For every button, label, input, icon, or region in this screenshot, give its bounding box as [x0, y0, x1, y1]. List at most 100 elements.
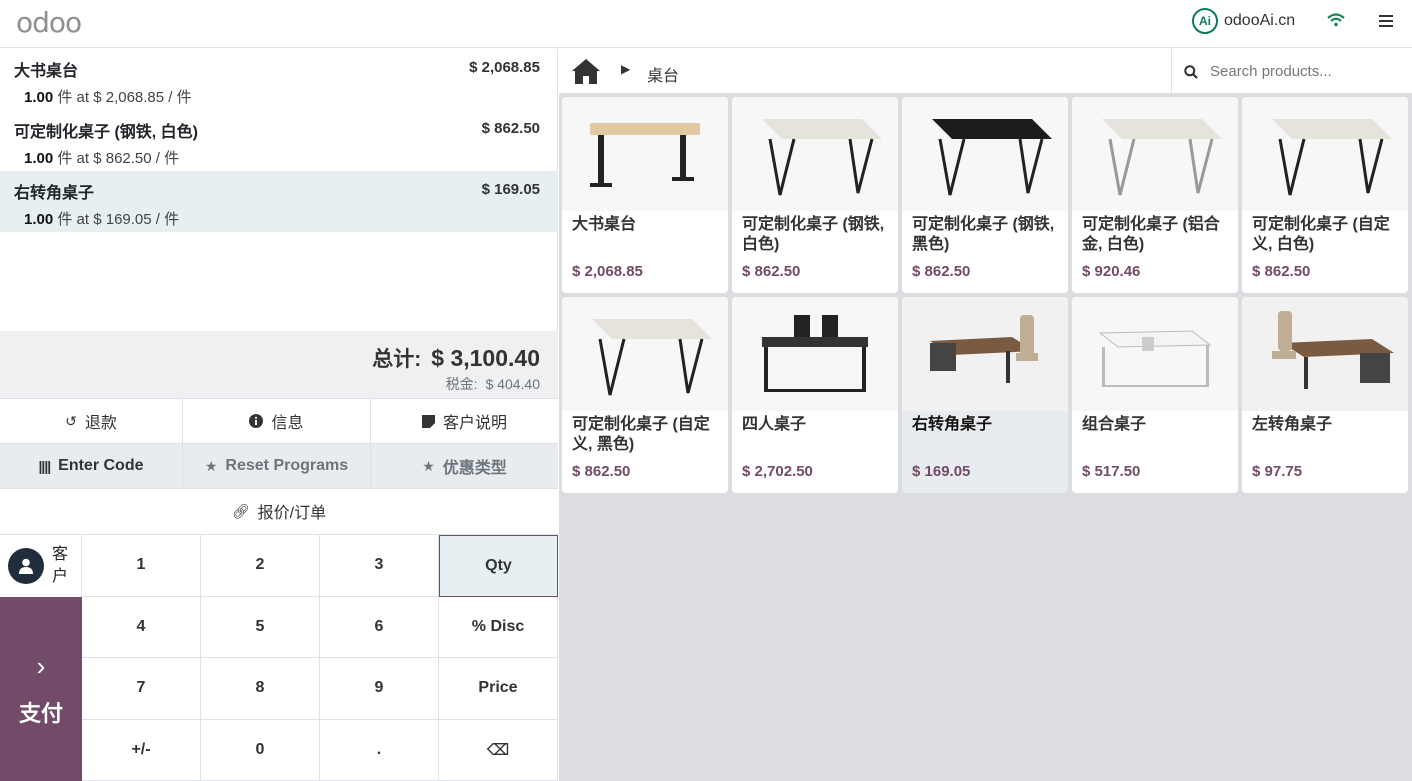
product-price: $ 920.46 [1082, 263, 1141, 280]
product-image [1242, 297, 1408, 411]
discount-type-button[interactable]: ★ 优惠类型 [371, 444, 558, 488]
product-image [732, 97, 898, 211]
star-icon: ★ [422, 457, 435, 474]
product-price: $ 862.50 [912, 263, 971, 280]
numpad-key-3[interactable]: 3 [320, 535, 439, 597]
pay-button[interactable]: › 支付 [0, 597, 82, 781]
product-name: 右转角桌子 [912, 416, 993, 433]
product-name: 可定制化桌子 (铝合金, 白色) [1082, 216, 1220, 253]
customer-note-button[interactable]: 客户说明 [371, 399, 558, 443]
order-line-name: 可定制化桌子 (钢铁, 白色) [14, 124, 198, 141]
product-card[interactable]: 可定制化桌子 (钢铁, 白色) $ 862.50 [732, 97, 898, 293]
product-image [1072, 297, 1238, 411]
control-buttons-row-1: ↺ 退款 信息 客户说明 [0, 398, 558, 443]
order-line[interactable]: 可定制化桌子 (钢铁, 白色) $ 862.50 1.00 件 at $ 862… [0, 110, 558, 171]
numpad-key-9[interactable]: 9 [320, 658, 439, 720]
product-name: 组合桌子 [1082, 416, 1147, 433]
quotation-order-button[interactable]: 🔗︎ 报价/订单 [0, 489, 558, 533]
enter-code-button[interactable]: |||| Enter Code [0, 444, 183, 488]
chevron-right-icon: ▶ [621, 62, 631, 76]
order-line-name: 大书桌台 [14, 63, 79, 80]
home-icon[interactable] [571, 57, 601, 85]
link-icon: 🔗︎ [231, 502, 250, 519]
product-price: $ 862.50 [742, 263, 801, 280]
category-breadcrumb-bar: ▶ 桌台 [559, 49, 1412, 94]
control-buttons-row-2: |||| Enter Code ★ Reset Programs ★ 优惠类型 [0, 443, 558, 488]
user-icon [8, 548, 44, 584]
numpad-key-plus-minus[interactable]: +/- [82, 719, 201, 781]
product-image [902, 97, 1068, 211]
numpad-key-2[interactable]: 2 [201, 535, 320, 597]
product-card[interactable]: 可定制化桌子 (自定义, 白色) $ 862.50 [1242, 97, 1408, 293]
product-image [902, 297, 1068, 411]
product-name: 可定制化桌子 (钢铁, 黑色) [912, 216, 1055, 253]
barcode-icon: |||| [38, 458, 51, 474]
product-image [562, 97, 728, 211]
product-card[interactable]: 可定制化桌子 (铝合金, 白色) $ 920.46 [1072, 97, 1238, 293]
product-price: $ 517.50 [1082, 463, 1141, 480]
order-tax: 税金: $ 404.40 [445, 376, 540, 392]
product-price: $ 169.05 [912, 463, 971, 480]
product-image [1242, 97, 1408, 211]
product-name: 四人桌子 [742, 416, 807, 433]
hamburger-menu-icon[interactable] [1378, 13, 1394, 29]
breadcrumb-category[interactable]: 桌台 [647, 62, 679, 86]
numpad-key-decimal[interactable]: . [320, 719, 439, 781]
product-search[interactable] [1171, 49, 1412, 94]
order-panel: 大书桌台 $ 2,068.85 1.00 件 at $ 2,068.85 / 件… [0, 49, 558, 781]
product-name: 可定制化桌子 (自定义, 黑色) [572, 416, 710, 453]
product-card[interactable]: 左转角桌子 $ 97.75 [1242, 297, 1408, 493]
product-card[interactable]: 可定制化桌子 (钢铁, 黑色) $ 862.50 [902, 97, 1068, 293]
info-button[interactable]: 信息 [183, 399, 371, 443]
top-header: odoo Ai odooAi.cn [0, 0, 1412, 48]
product-card[interactable]: 大书桌台 $ 2,068.85 [562, 97, 728, 293]
product-card-selected[interactable]: 右转角桌子 $ 169.05 [902, 297, 1068, 493]
numpad-key-6[interactable]: 6 [320, 596, 439, 658]
search-icon [1184, 64, 1198, 79]
product-name: 大书桌台 [572, 216, 637, 233]
products-panel: ▶ 桌台 大书桌台 $ 2,068.85 可定制化桌子 (钢铁, 白色) $ 8… [559, 49, 1412, 781]
order-lines: 大书桌台 $ 2,068.85 1.00 件 at $ 2,068.85 / 件… [0, 49, 558, 331]
search-input[interactable] [1210, 63, 1390, 80]
product-card[interactable]: 四人桌子 $ 2,702.50 [732, 297, 898, 493]
order-line[interactable]: 大书桌台 $ 2,068.85 1.00 件 at $ 2,068.85 / 件 [0, 49, 558, 110]
order-line-price: $ 862.50 [481, 120, 540, 137]
numpad-keys: 1 2 3 Qty 4 5 6 % Disc 7 8 9 Price +/- 0… [82, 535, 558, 781]
order-line-info: 1.00 件 at $ 862.50 / 件 [24, 150, 180, 167]
reset-programs-button[interactable]: ★ Reset Programs [183, 444, 371, 488]
numpad-key-8[interactable]: 8 [201, 658, 320, 720]
wifi-icon[interactable] [1326, 12, 1346, 28]
product-price: $ 2,702.50 [742, 463, 813, 480]
chevron-right-icon: › [36, 651, 46, 681]
numpad-mode-qty[interactable]: Qty [439, 535, 558, 597]
numpad-mode-discount[interactable]: % Disc [439, 596, 558, 658]
brand-logo-icon: Ai [1192, 8, 1218, 34]
company-brand: Ai odooAi.cn [1192, 8, 1295, 34]
product-name: 可定制化桌子 (钢铁, 白色) [742, 216, 885, 253]
product-name: 可定制化桌子 (自定义, 白色) [1252, 216, 1390, 253]
product-card[interactable]: 可定制化桌子 (自定义, 黑色) $ 862.50 [562, 297, 728, 493]
numpad-key-0[interactable]: 0 [201, 719, 320, 781]
product-card[interactable]: 组合桌子 $ 517.50 [1072, 297, 1238, 493]
undo-icon: ↺ [65, 412, 77, 429]
sticky-note-icon [421, 414, 435, 428]
order-line-price: $ 2,068.85 [469, 59, 540, 76]
numpad-mode-price[interactable]: Price [439, 658, 558, 720]
info-circle-icon [249, 414, 264, 428]
pay-label: 支付 [18, 701, 63, 726]
product-image [562, 297, 728, 411]
numpad-key-1[interactable]: 1 [82, 535, 201, 597]
customer-button[interactable]: 客户 [0, 535, 82, 597]
numpad-key-4[interactable]: 4 [82, 596, 201, 658]
product-image [1072, 97, 1238, 211]
numpad-key-5[interactable]: 5 [201, 596, 320, 658]
product-image [732, 297, 898, 411]
product-price: $ 2,068.85 [572, 263, 643, 280]
numpad-area: 客户 › 支付 1 2 3 Qty 4 5 6 % Disc 7 8 9 Pri… [0, 534, 558, 781]
refund-button[interactable]: ↺ 退款 [0, 399, 183, 443]
order-line-selected[interactable]: 右转角桌子 $ 169.05 1.00 件 at $ 169.05 / 件 [0, 171, 558, 232]
numpad-key-7[interactable]: 7 [82, 658, 201, 720]
order-line-info: 1.00 件 at $ 169.05 / 件 [24, 211, 180, 228]
numpad-key-backspace[interactable]: ⌫ [439, 719, 558, 781]
odoo-logo[interactable]: odoo [16, 6, 82, 39]
